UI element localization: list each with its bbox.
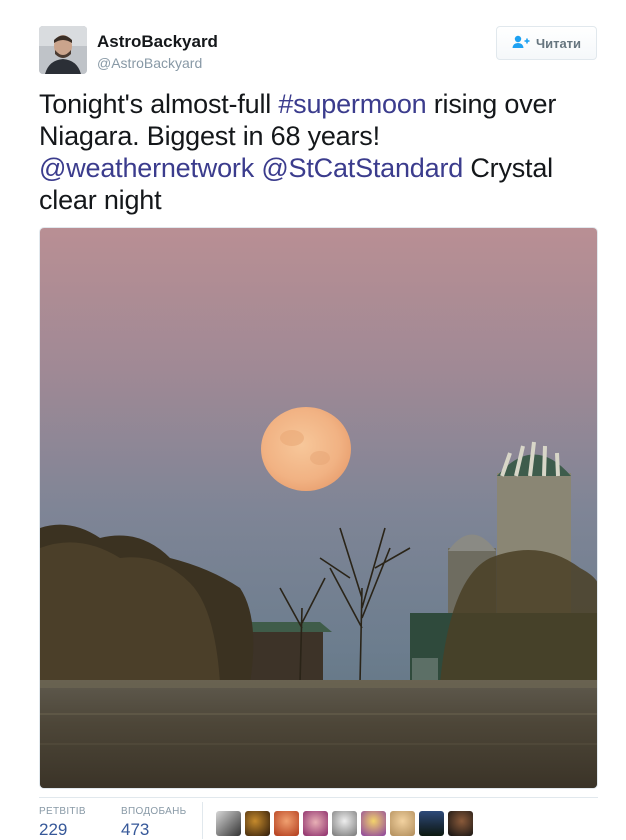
liker-avatar[interactable] xyxy=(245,811,270,836)
likes-count[interactable]: 473 xyxy=(121,820,149,840)
liker-avatar[interactable] xyxy=(419,811,444,836)
liker-avatar[interactable] xyxy=(303,811,328,836)
add-user-icon xyxy=(512,35,530,52)
tweet-text-segment: Tonight's almost-full xyxy=(39,89,279,119)
stats-separator xyxy=(202,802,203,839)
user-handle[interactable]: @AstroBackyard xyxy=(97,55,202,71)
retweets-label: РЕТВІТІВ xyxy=(39,806,86,817)
tweet-text: Tonight's almost-full #supermoon rising … xyxy=(39,88,599,216)
follow-button[interactable]: Читати xyxy=(496,26,597,60)
tweet-photo[interactable] xyxy=(39,227,598,789)
liker-avatar[interactable] xyxy=(274,811,299,836)
likes-label: ВПОДОБАНЬ xyxy=(121,806,187,817)
mention-link[interactable]: @weathernetwork xyxy=(39,153,254,183)
hashtag-link[interactable]: #supermoon xyxy=(278,89,426,119)
divider xyxy=(39,797,598,798)
liker-avatar[interactable] xyxy=(361,811,386,836)
liker-avatar[interactable] xyxy=(390,811,415,836)
retweets-count[interactable]: 229 xyxy=(39,820,67,840)
liker-avatars xyxy=(216,811,473,836)
liker-avatar[interactable] xyxy=(332,811,357,836)
display-name[interactable]: AstroBackyard xyxy=(97,32,218,52)
mention-link[interactable]: @StCatStandard xyxy=(261,153,463,183)
liker-avatar[interactable] xyxy=(216,811,241,836)
avatar[interactable] xyxy=(39,26,87,74)
liker-avatar[interactable] xyxy=(448,811,473,836)
follow-button-label: Читати xyxy=(535,35,582,51)
